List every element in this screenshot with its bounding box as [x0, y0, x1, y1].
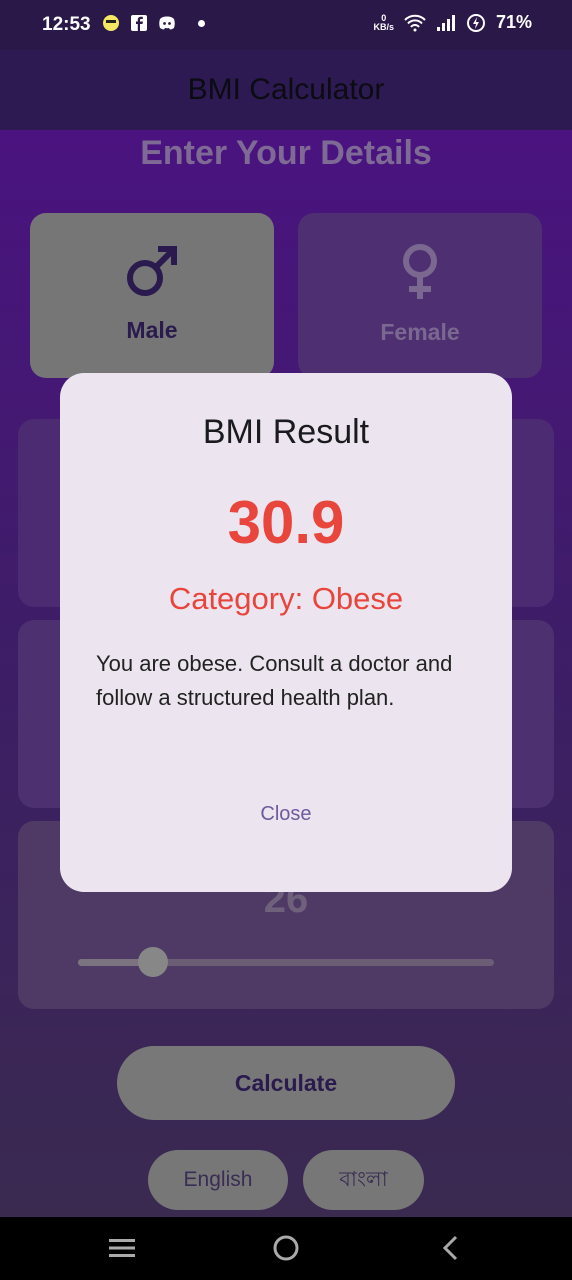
app-title: BMI Calculator	[187, 73, 385, 106]
home-icon[interactable]	[272, 1234, 300, 1262]
female-label: Female	[380, 319, 460, 345]
more-notifications-dot	[198, 19, 205, 27]
status-bar: 12:53 0 KB/s 71%	[0, 0, 572, 50]
signal-icon	[436, 14, 455, 31]
male-card[interactable]: Male	[30, 213, 274, 378]
wifi-icon	[404, 14, 426, 31]
calculate-button[interactable]: Calculate	[117, 1046, 455, 1120]
female-card[interactable]: Female	[298, 213, 542, 378]
status-time: 12:53	[42, 14, 91, 35]
status-notification-icons	[102, 14, 205, 32]
female-icon	[403, 244, 437, 299]
battery-charging-icon	[466, 13, 485, 32]
status-system-icons: 0 KB/s 71%	[373, 12, 532, 33]
bmi-value: 30.9	[227, 489, 345, 556]
bangla-button[interactable]: বাংলা	[303, 1150, 424, 1210]
page-heading: Enter Your Details	[140, 134, 432, 172]
network-speed: 0 KB/s	[373, 13, 394, 32]
battery-percent: 71%	[495, 12, 532, 32]
slider-thumb[interactable]	[137, 947, 168, 977]
emoji-icon	[103, 15, 119, 31]
male-label: Male	[126, 317, 178, 343]
discord-icon	[159, 16, 175, 30]
facebook-icon	[131, 15, 147, 31]
dialog-title: BMI Result	[202, 413, 370, 451]
app-bar: BMI Calculator	[0, 50, 572, 130]
menu-icon[interactable]	[108, 1234, 136, 1262]
bmi-result-dialog: BMI Result 30.9 Category: Obese You are …	[60, 373, 512, 892]
age-slider[interactable]	[78, 947, 494, 977]
english-button[interactable]: English	[148, 1150, 288, 1210]
bmi-category: Category: Obese	[168, 581, 404, 616]
bmi-message: You are obese. Consult a doctor and foll…	[96, 651, 453, 710]
back-icon[interactable]	[438, 1234, 466, 1262]
system-nav-bar	[0, 1217, 572, 1280]
close-button[interactable]: Close	[236, 803, 336, 826]
network-speed-unit: KB/s	[373, 21, 394, 32]
male-icon	[127, 246, 177, 296]
